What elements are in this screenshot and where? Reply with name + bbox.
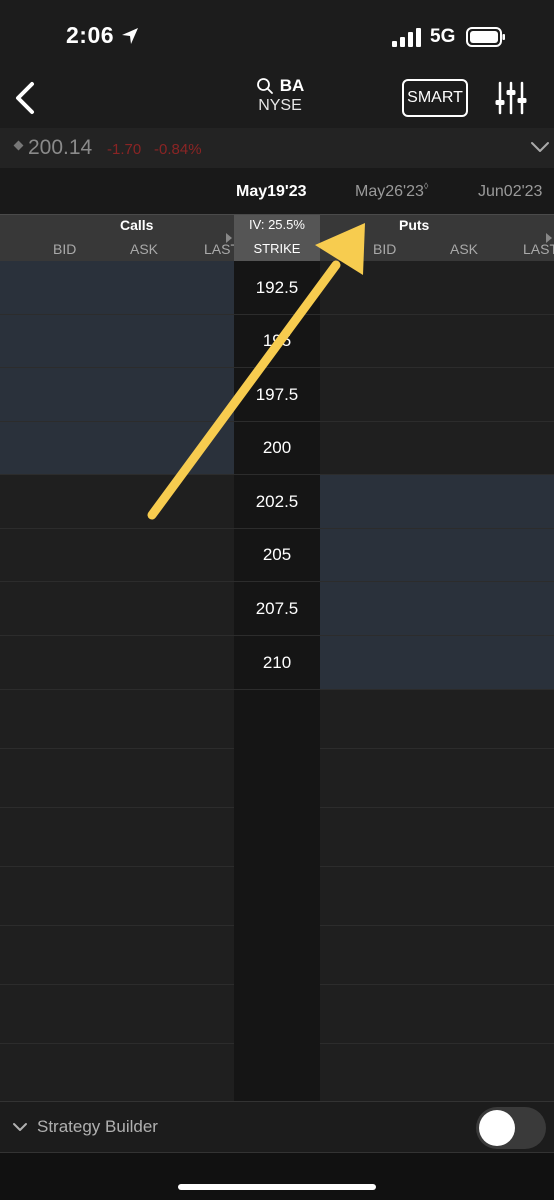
smart-routing-button[interactable]: SMART — [402, 79, 468, 117]
toggle-knob — [479, 1110, 515, 1146]
symbol-ticker: BA — [279, 76, 305, 95]
put-cell[interactable] — [320, 582, 554, 635]
exchange-label: NYSE — [258, 97, 302, 114]
annotation-arrow — [147, 223, 365, 520]
home-area — [0, 1153, 554, 1200]
expiry-tab[interactable]: May26'23◊ — [355, 181, 429, 201]
cellular-signal-icon — [392, 28, 421, 47]
chain-row[interactable]: 205 — [0, 529, 554, 582]
chevron-down-icon[interactable] — [12, 1121, 28, 1133]
chain-row[interactable]: 210 — [0, 636, 554, 690]
strike-cell: 210 — [234, 636, 320, 689]
call-cell[interactable] — [0, 636, 234, 689]
strike-cell: 205 — [234, 529, 320, 581]
calls-bid-header[interactable]: BID — [53, 241, 76, 257]
battery-icon — [466, 27, 505, 47]
diamond-icon — [13, 140, 24, 151]
expiry-tab[interactable]: Jun02'23 — [478, 183, 542, 201]
sliders-settings-icon[interactable] — [494, 80, 528, 116]
strike-cell: 207.5 — [234, 582, 320, 635]
location-arrow-icon — [122, 28, 138, 44]
status-bar: 2:06 5G — [0, 0, 554, 70]
put-cell[interactable] — [320, 529, 554, 581]
back-button[interactable] — [10, 78, 44, 118]
strike-column-empty — [234, 690, 320, 1101]
puts-ask-header[interactable]: ASK — [450, 241, 478, 257]
chain-row[interactable]: 207.5 — [0, 582, 554, 636]
weekly-marker-icon: ◊ — [423, 181, 429, 191]
nav-bar: BA NYSE SMART — [0, 70, 554, 128]
put-cell[interactable] — [320, 636, 554, 689]
scroll-right-icon[interactable] — [546, 233, 552, 243]
price-change: -1.70 — [107, 141, 142, 158]
status-time: 2:06 — [66, 22, 115, 48]
quote-bar[interactable]: 200.14 -1.70 -0.84% — [0, 128, 554, 168]
price-change-percent: -0.84% — [154, 141, 202, 158]
puts-title: Puts — [399, 217, 430, 233]
strategy-builder-toggle[interactable] — [476, 1107, 546, 1149]
network-type: 5G — [430, 26, 456, 47]
strategy-builder-label: Strategy Builder — [37, 1117, 158, 1136]
chevron-down-icon[interactable] — [530, 140, 550, 154]
home-indicator[interactable] — [178, 1184, 376, 1190]
last-price: 200.14 — [28, 136, 93, 159]
search-icon — [256, 78, 273, 94]
symbol-selector[interactable]: BA NYSE — [230, 76, 330, 115]
expiry-tab-label: May26'23 — [355, 183, 424, 200]
call-cell[interactable] — [0, 529, 234, 581]
expiry-tab-active[interactable]: May19'23 — [236, 183, 307, 201]
call-cell[interactable] — [0, 582, 234, 635]
strategy-builder-bar[interactable]: Strategy Builder — [0, 1101, 554, 1153]
puts-last-header[interactable]: LAST — [523, 241, 554, 257]
